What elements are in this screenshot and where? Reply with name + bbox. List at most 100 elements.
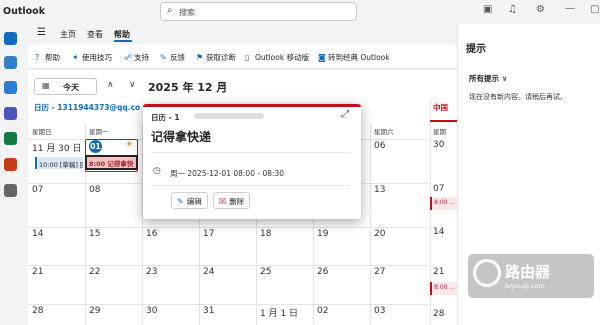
copilot-icon[interactable] bbox=[4, 107, 17, 120]
tips-filter-label: 所有提示 bbox=[469, 74, 499, 83]
day-cell[interactable]: 25 bbox=[260, 267, 271, 277]
day-cell[interactable]: 06 bbox=[374, 141, 385, 151]
day-cell[interactable]: 22 bbox=[89, 267, 100, 277]
bell-icon[interactable]: ♫ bbox=[508, 4, 517, 15]
maximize-icon[interactable]: ▢ bbox=[590, 4, 599, 15]
day-cell[interactable]: 02 bbox=[317, 306, 328, 316]
day-cell[interactable]: 13 bbox=[374, 185, 385, 195]
ribbon-tips[interactable]: ✦ 使用技巧 bbox=[72, 52, 112, 63]
edit-button[interactable]: ✎ 编辑 bbox=[171, 192, 208, 209]
today-button[interactable]: ▦ 今天 bbox=[34, 78, 97, 95]
office-icon[interactable] bbox=[4, 158, 17, 171]
day-cell[interactable]: 1 月 1 日 bbox=[260, 306, 298, 319]
china-day[interactable]: 21 bbox=[433, 267, 444, 277]
apps-icon[interactable] bbox=[4, 184, 17, 197]
day-cell[interactable]: 28 bbox=[32, 306, 43, 316]
hamburger-icon[interactable]: ☰ bbox=[37, 27, 46, 38]
calendar-icon[interactable] bbox=[4, 56, 17, 69]
menu-active-indicator bbox=[114, 40, 132, 42]
tips-filter[interactable]: 所有提示 ∨ bbox=[469, 73, 508, 84]
watermark-url: luyouqi.com bbox=[505, 282, 545, 290]
search-box[interactable]: ⌕ 搜索 bbox=[160, 2, 357, 21]
weekday-header: 星期六 bbox=[374, 128, 394, 136]
lightbulb-icon: ✦ bbox=[72, 53, 79, 62]
day-cell[interactable]: 23 bbox=[146, 267, 157, 277]
menu-home[interactable]: 主页 bbox=[60, 29, 76, 40]
tips-message: 现在没有新内容。请稍后再试。 bbox=[469, 93, 567, 101]
ribbon-mobile-label: Outlook 移动版 bbox=[255, 53, 310, 62]
chevron-up-icon[interactable]: ∧ bbox=[107, 80, 114, 90]
china-day[interactable]: 30 bbox=[433, 140, 444, 150]
day-cell[interactable]: 17 bbox=[203, 229, 214, 239]
gear-icon[interactable]: ⚙ bbox=[536, 4, 545, 15]
weekday-header: 星期一 bbox=[89, 128, 109, 136]
ribbon-support-label: 支持 bbox=[134, 53, 149, 62]
ribbon-diagnostics[interactable]: ⚑ 获取诊断 bbox=[196, 52, 236, 63]
month-dropdown-icon[interactable]: ∨ bbox=[220, 81, 225, 89]
ribbon-tips-label: 使用技巧 bbox=[82, 53, 112, 62]
ribbon-mobile[interactable]: ▯ Outlook 移动版 bbox=[245, 52, 309, 63]
search-placeholder: 搜索 bbox=[179, 8, 195, 17]
question-icon: ? bbox=[35, 53, 40, 62]
ribbon-classic[interactable]: ◙ 转到经典 Outlook bbox=[318, 52, 390, 63]
calendar-event[interactable]: 10:00 [草稿] 回 bbox=[35, 157, 83, 169]
day-cell[interactable]: 08 bbox=[89, 185, 100, 195]
day-cell[interactable]: 18 bbox=[260, 229, 271, 239]
day-cell[interactable]: 16 bbox=[146, 229, 157, 239]
minimize-icon[interactable]: — bbox=[565, 3, 575, 14]
grid-column-divider bbox=[370, 124, 371, 325]
calendar-header: 日历 - 1311944373@qq.co bbox=[34, 103, 141, 112]
day-cell[interactable]: 15 bbox=[89, 229, 100, 239]
day-cell[interactable]: 30 bbox=[146, 306, 157, 316]
day-cell[interactable]: 14 bbox=[32, 229, 43, 239]
tips-title: 提示 bbox=[466, 44, 486, 55]
delete-button[interactable]: ☒ 删除 bbox=[213, 192, 251, 209]
menu-help[interactable]: 帮助 bbox=[114, 29, 130, 40]
outlook-classic-icon: ◙ bbox=[318, 53, 326, 62]
ribbon-feedback-label: 反馈 bbox=[170, 53, 185, 62]
ribbon-support[interactable]: ☍ 支持 bbox=[124, 52, 149, 63]
day-cell[interactable]: 11 月 30 日 bbox=[32, 141, 82, 154]
day-cell[interactable]: 03 bbox=[374, 306, 385, 316]
expand-icon[interactable]: ⤢ bbox=[341, 109, 349, 120]
day-cell[interactable]: 27 bbox=[374, 267, 385, 277]
diagnostics-icon: ⚑ bbox=[196, 53, 204, 62]
notes-icon[interactable]: ▣ bbox=[483, 4, 492, 15]
menu-view[interactable]: 查看 bbox=[87, 29, 103, 40]
pencil-icon: ✎ bbox=[177, 197, 184, 206]
popup-time: 周一 2025-12-01 08:00 - 08:30 bbox=[170, 169, 285, 178]
china-event[interactable]: 8:00 ... bbox=[430, 282, 458, 295]
chevron-down-icon: ∨ bbox=[501, 74, 508, 83]
day-cell[interactable]: 24 bbox=[203, 267, 214, 277]
ribbon-feedback[interactable]: ✎ 反馈 bbox=[160, 52, 185, 63]
watermark-text: 路由器 bbox=[505, 263, 551, 281]
month-title[interactable]: 2025 年 12 月 bbox=[148, 79, 227, 95]
china-day[interactable]: 14 bbox=[433, 227, 444, 237]
chevron-down-icon[interactable]: ∨ bbox=[129, 80, 136, 90]
day-cell[interactable]: 19 bbox=[317, 229, 328, 239]
popup-calendar-label: 日历 - 1 bbox=[151, 113, 180, 122]
clock-icon: ◷ bbox=[153, 166, 161, 176]
day-cell[interactable]: 21 bbox=[32, 267, 43, 277]
china-day[interactable]: 28 bbox=[433, 309, 444, 319]
delete-label: 删除 bbox=[229, 197, 245, 206]
day-cell[interactable]: 29 bbox=[89, 306, 100, 316]
ribbon-classic-label: 转到经典 Outlook bbox=[328, 53, 390, 62]
ribbon-help[interactable]: ? 帮助 bbox=[35, 52, 60, 63]
divider bbox=[151, 185, 351, 186]
day-cell[interactable]: 20 bbox=[374, 229, 385, 239]
china-weekday: 星期 bbox=[433, 128, 446, 136]
day-cell[interactable]: 26 bbox=[317, 267, 328, 277]
china-day[interactable]: 07 bbox=[433, 184, 444, 194]
china-event[interactable]: 8:00 ... bbox=[430, 197, 458, 210]
day-cell[interactable]: 31 bbox=[203, 306, 214, 316]
calendar-event-selected[interactable]: 8:00 记得拿快 bbox=[85, 155, 138, 170]
grid-row-divider bbox=[28, 265, 458, 266]
weekday-header: 星期日 bbox=[32, 128, 52, 136]
mail-icon[interactable] bbox=[4, 32, 17, 45]
day-cell[interactable]: 07 bbox=[32, 185, 43, 195]
ribbon-diagnostics-label: 获取诊断 bbox=[206, 53, 236, 62]
left-rail bbox=[0, 24, 22, 325]
excel-icon[interactable] bbox=[4, 132, 17, 145]
people-icon[interactable] bbox=[4, 81, 17, 94]
